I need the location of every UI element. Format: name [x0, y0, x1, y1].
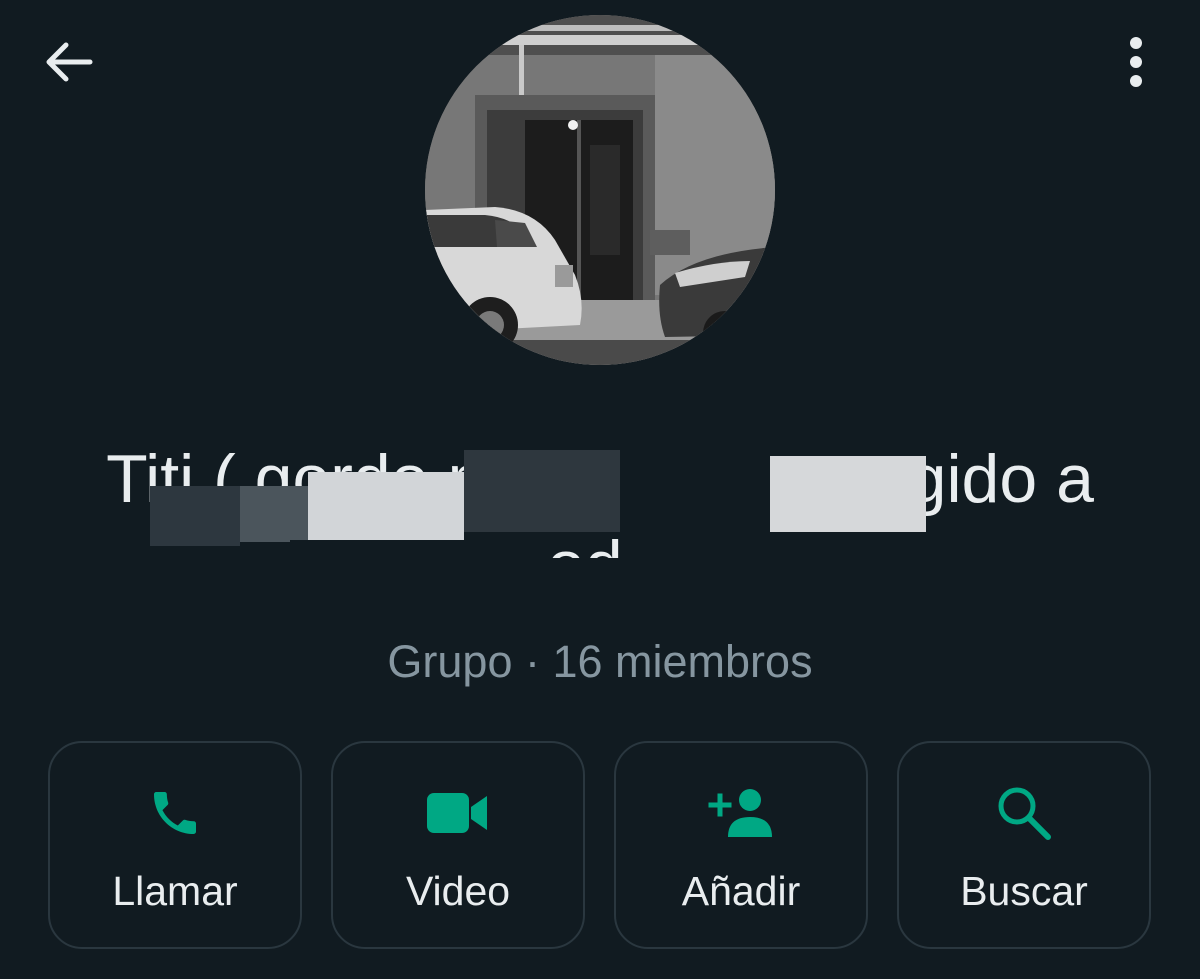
- video-camera-icon: [427, 793, 487, 833]
- back-button[interactable]: [30, 24, 106, 100]
- redaction-block: [150, 486, 240, 546]
- group-member-count: Grupo · 16 miembros: [387, 636, 813, 687]
- search-button[interactable]: Buscar: [897, 741, 1151, 949]
- video-label: Video: [405, 868, 511, 914]
- add-label: Añadir: [681, 868, 801, 914]
- group-photo: [425, 15, 775, 365]
- video-call-button[interactable]: Video: [331, 741, 585, 949]
- more-options-button[interactable]: [1100, 24, 1172, 100]
- redaction-block: [620, 532, 1140, 610]
- redaction-block: [290, 540, 550, 590]
- redaction-block: [770, 456, 926, 540]
- search-icon: [998, 787, 1051, 840]
- arrow-left-icon: [46, 42, 93, 82]
- redaction-block: [464, 450, 620, 532]
- search-label: Buscar: [960, 868, 1088, 914]
- phone-icon: [154, 792, 196, 834]
- add-person-icon: [708, 789, 772, 837]
- call-label: Llamar: [112, 868, 238, 914]
- action-buttons: Llamar Video Añadir Buscar: [48, 741, 1152, 949]
- group-name: Titi ( gordo mala leche apegido a Rodo ): [60, 420, 1140, 610]
- call-button[interactable]: Llamar: [48, 741, 302, 949]
- redaction-block: [308, 472, 464, 542]
- redaction-block: [240, 486, 310, 542]
- add-member-button[interactable]: Añadir: [614, 741, 868, 949]
- group-avatar[interactable]: [425, 15, 775, 365]
- redaction-block: [620, 450, 770, 542]
- more-vertical-icon: [1130, 37, 1142, 87]
